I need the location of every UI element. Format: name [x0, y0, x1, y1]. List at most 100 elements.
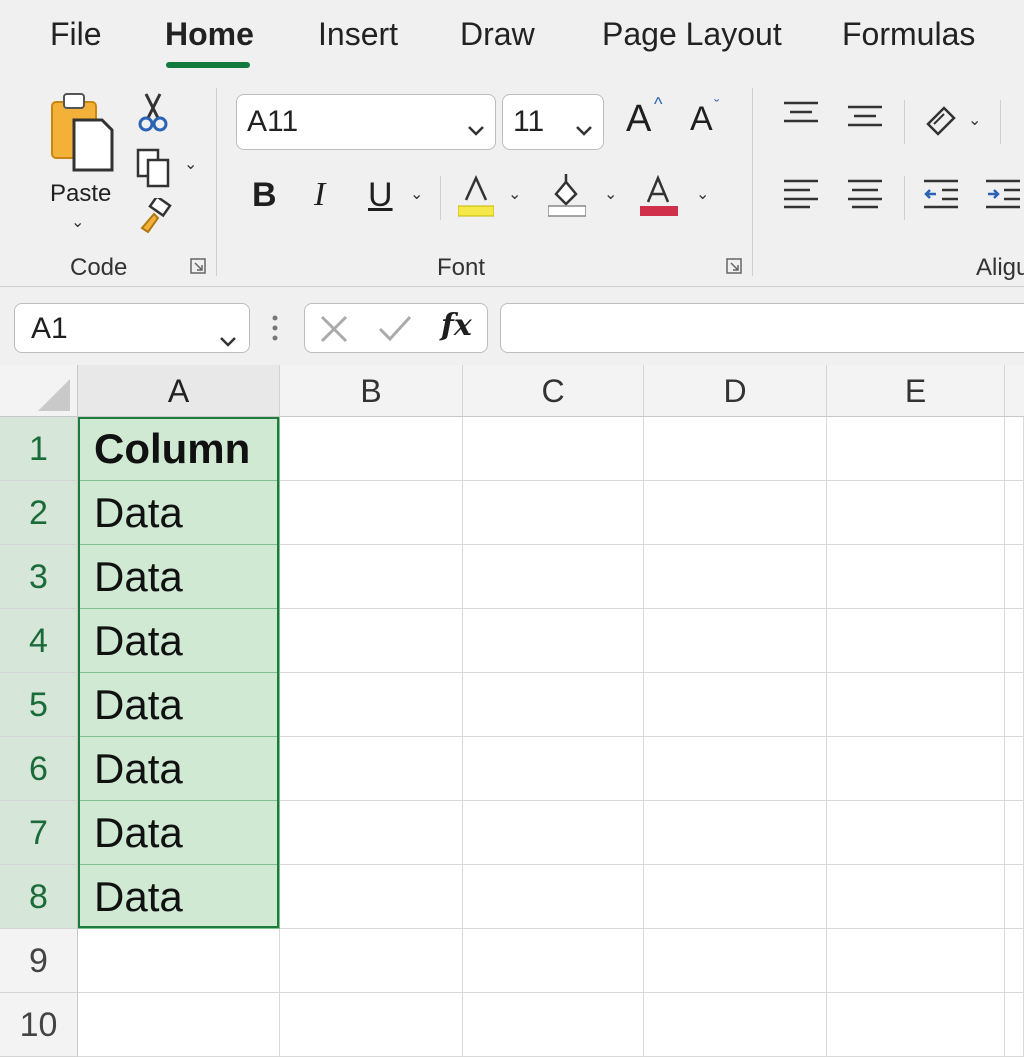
row-header-10[interactable]: 10 — [0, 993, 78, 1057]
column-header-d[interactable]: D — [644, 365, 827, 417]
cell-d5[interactable] — [644, 673, 827, 737]
cell-b5[interactable] — [280, 673, 463, 737]
grow-font-button[interactable]: A ^ — [626, 94, 666, 142]
column-header-e[interactable]: E — [827, 365, 1005, 417]
paste-dropdown-icon[interactable]: ⌄ — [71, 212, 84, 232]
cell-c8[interactable] — [463, 865, 644, 929]
cell-a6[interactable]: Data — [78, 737, 280, 801]
cut-button[interactable] — [138, 92, 168, 132]
cell-c6[interactable] — [463, 737, 644, 801]
cell-f6[interactable] — [1005, 737, 1024, 801]
cell-d1[interactable] — [644, 417, 827, 481]
row-header-4[interactable]: 4 — [0, 609, 78, 673]
cell-a5[interactable]: Data — [78, 673, 280, 737]
align-top-button[interactable] — [782, 100, 820, 130]
enter-check-icon[interactable] — [377, 314, 413, 349]
cell-a10[interactable] — [78, 993, 280, 1057]
format-painter-button[interactable] — [138, 194, 172, 234]
cell-c3[interactable] — [463, 545, 644, 609]
cell-e8[interactable] — [827, 865, 1005, 929]
increase-indent-button[interactable] — [984, 178, 1022, 210]
cell-e7[interactable] — [827, 801, 1005, 865]
cell-f9[interactable] — [1005, 929, 1024, 993]
tab-formulas[interactable]: Formulas — [842, 16, 975, 53]
cell-d3[interactable] — [644, 545, 827, 609]
cell-b2[interactable] — [280, 481, 463, 545]
cell-f5[interactable] — [1005, 673, 1024, 737]
clipboard-dialog-launcher-icon[interactable] — [190, 258, 206, 274]
column-header-f[interactable] — [1005, 365, 1024, 417]
cell-c2[interactable] — [463, 481, 644, 545]
cell-d2[interactable] — [644, 481, 827, 545]
cell-b3[interactable] — [280, 545, 463, 609]
decrease-indent-button[interactable] — [922, 178, 960, 210]
cell-a9[interactable] — [78, 929, 280, 993]
cell-f2[interactable] — [1005, 481, 1024, 545]
shrink-font-button[interactable]: Aˇ — [690, 98, 730, 144]
cell-a4[interactable]: Data — [78, 609, 280, 673]
cell-d4[interactable] — [644, 609, 827, 673]
align-middle-button[interactable] — [846, 104, 884, 134]
column-header-a[interactable]: A — [78, 365, 280, 417]
cell-e3[interactable] — [827, 545, 1005, 609]
row-header-2[interactable]: 2 — [0, 481, 78, 545]
fill-color-dropdown-icon[interactable]: ⌄ — [604, 184, 617, 204]
cell-e10[interactable] — [827, 993, 1005, 1057]
more-options-icon[interactable] — [270, 313, 280, 343]
highlight-color-button[interactable] — [457, 174, 495, 218]
cell-e5[interactable] — [827, 673, 1005, 737]
underline-button[interactable]: U — [368, 176, 393, 215]
italic-button[interactable]: I — [314, 176, 325, 214]
cell-c4[interactable] — [463, 609, 644, 673]
copy-dropdown-icon[interactable]: ⌄ — [184, 154, 197, 174]
cell-f1[interactable] — [1005, 417, 1024, 481]
cell-c7[interactable] — [463, 801, 644, 865]
underline-dropdown-icon[interactable]: ⌄ — [410, 184, 423, 204]
row-header-9[interactable]: 9 — [0, 929, 78, 993]
column-header-b[interactable]: B — [280, 365, 463, 417]
tab-draw[interactable]: Draw — [460, 16, 535, 53]
name-box[interactable]: A1 — [14, 303, 250, 353]
cell-d6[interactable] — [644, 737, 827, 801]
cell-b7[interactable] — [280, 801, 463, 865]
font-color-dropdown-icon[interactable]: ⌄ — [696, 184, 709, 204]
cell-e9[interactable] — [827, 929, 1005, 993]
select-all-button[interactable] — [0, 365, 78, 417]
cell-b1[interactable] — [280, 417, 463, 481]
formula-input[interactable] — [500, 303, 1024, 353]
cell-d10[interactable] — [644, 993, 827, 1057]
cell-f3[interactable] — [1005, 545, 1024, 609]
orientation-dropdown-icon[interactable]: ⌄ — [968, 110, 981, 130]
cell-e6[interactable] — [827, 737, 1005, 801]
cell-d7[interactable] — [644, 801, 827, 865]
cell-b9[interactable] — [280, 929, 463, 993]
cell-d9[interactable] — [644, 929, 827, 993]
row-header-6[interactable]: 6 — [0, 737, 78, 801]
copy-button[interactable] — [136, 148, 172, 188]
row-header-3[interactable]: 3 — [0, 545, 78, 609]
align-center-button[interactable] — [846, 178, 884, 210]
font-name-select[interactable]: A11 — [236, 94, 496, 150]
paste-button[interactable] — [46, 90, 118, 180]
tab-insert[interactable]: Insert — [318, 16, 398, 53]
tab-home[interactable]: Home — [165, 16, 254, 53]
font-color-button[interactable] — [640, 174, 678, 218]
row-header-5[interactable]: 5 — [0, 673, 78, 737]
cell-f8[interactable] — [1005, 865, 1024, 929]
cell-f4[interactable] — [1005, 609, 1024, 673]
cell-b6[interactable] — [280, 737, 463, 801]
highlight-dropdown-icon[interactable]: ⌄ — [508, 184, 521, 204]
cell-e1[interactable] — [827, 417, 1005, 481]
cell-f7[interactable] — [1005, 801, 1024, 865]
cell-d8[interactable] — [644, 865, 827, 929]
row-header-1[interactable]: 1 — [0, 417, 78, 481]
cell-a7[interactable]: Data — [78, 801, 280, 865]
insert-function-button[interactable]: fx — [441, 308, 472, 343]
cell-f10[interactable] — [1005, 993, 1024, 1057]
cell-b10[interactable] — [280, 993, 463, 1057]
cell-e4[interactable] — [827, 609, 1005, 673]
cell-c1[interactable] — [463, 417, 644, 481]
cancel-icon[interactable] — [319, 314, 349, 349]
tab-page-layout[interactable]: Page Layout — [602, 16, 782, 53]
cell-c9[interactable] — [463, 929, 644, 993]
